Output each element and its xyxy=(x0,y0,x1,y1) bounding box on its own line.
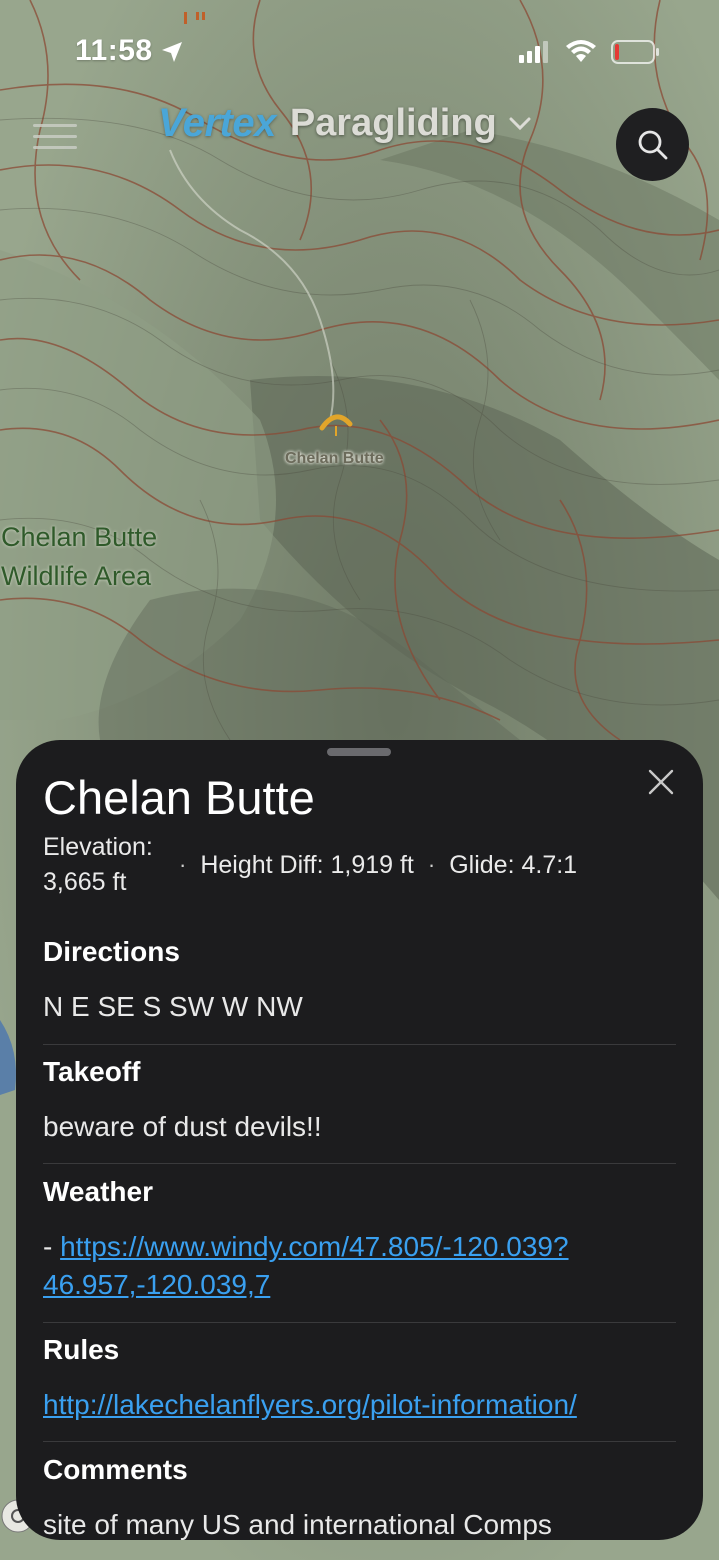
weather-link-line1[interactable]: https://www.windy.com/47.805/-120.039? xyxy=(60,1231,568,1262)
area-label-line2: Wildlife Area xyxy=(1,561,152,591)
status-indicators xyxy=(519,40,661,64)
directions-section: Directions xyxy=(43,936,675,968)
takeoff-text: beware of dust devils!! xyxy=(43,1111,322,1142)
takeoff-heading: Takeoff xyxy=(43,1056,141,1087)
weather-heading: Weather xyxy=(43,1176,153,1207)
rules-link[interactable]: http://lakechelanflyers.org/pilot-inform… xyxy=(43,1389,577,1420)
map-site-label[interactable]: Chelan Butte xyxy=(285,450,384,468)
mode-label: Paragliding xyxy=(289,102,497,144)
site-detail-sheet[interactable]: Chelan Butte Elevation: 3,665 ft · Heigh… xyxy=(16,740,703,1540)
paraglider-pin-icon[interactable] xyxy=(318,410,354,440)
weather-text: - https://www.windy.com/47.805/-120.039?… xyxy=(43,1228,675,1304)
site-stats: Elevation: 3,665 ft · Height Diff: 1,919… xyxy=(43,830,577,900)
sheet-grabber[interactable] xyxy=(327,748,391,756)
elevation-value: 3,665 ft xyxy=(43,868,127,896)
separator-dot: · xyxy=(179,852,187,877)
menu-icon[interactable] xyxy=(33,124,77,152)
height-diff-stat: Height Diff: 1,919 ft xyxy=(200,850,414,879)
glide-stat: Glide: 4.7:1 xyxy=(449,850,578,879)
weather-link[interactable]: https://www.windy.com/47.805/-120.039? 46… xyxy=(43,1231,569,1300)
rules-heading: Rules xyxy=(43,1334,120,1365)
directions-heading: Directions xyxy=(43,936,180,967)
rules-section: Rules xyxy=(43,1334,675,1366)
weather-link-line2[interactable]: 46.957,-120.039,7 xyxy=(43,1269,270,1300)
location-arrow-icon xyxy=(162,42,182,62)
area-label-line1: Chelan Butte xyxy=(1,522,158,552)
elevation-stat: Elevation: 3,665 ft xyxy=(43,830,165,900)
comments-heading: Comments xyxy=(43,1454,188,1485)
wifi-icon xyxy=(566,40,596,62)
close-icon[interactable] xyxy=(646,767,676,797)
divider xyxy=(43,1044,676,1045)
comments-section: Comments xyxy=(43,1454,675,1486)
signal-icon xyxy=(519,41,548,63)
divider xyxy=(43,1163,676,1164)
brand-logo: Vertex xyxy=(158,101,276,145)
rules-text: http://lakechelanflyers.org/pilot-inform… xyxy=(43,1386,675,1424)
weather-section: Weather xyxy=(43,1176,675,1208)
takeoff-section: Takeoff xyxy=(43,1056,675,1088)
directions-text: N E SE S SW W NW xyxy=(43,991,303,1022)
weather-prefix: - xyxy=(43,1231,53,1262)
search-button[interactable] xyxy=(616,108,689,181)
battery-icon xyxy=(611,40,659,64)
comments-text: site of many US and international Comps xyxy=(43,1509,552,1540)
comments-body: site of many US and international Comps xyxy=(43,1506,675,1540)
rules-body: http://lakechelanflyers.org/pilot-inform… xyxy=(43,1386,675,1424)
map-area-label: Chelan Butte Wildlife Area xyxy=(1,518,157,596)
site-title: Chelan Butte xyxy=(43,771,315,824)
chevron-down-icon xyxy=(509,117,531,130)
weather-body: - https://www.windy.com/47.805/-120.039?… xyxy=(43,1228,675,1304)
app-mode-selector[interactable]: Vertex Paragliding xyxy=(158,101,531,146)
divider xyxy=(43,1441,676,1442)
separator-dot: · xyxy=(427,852,436,877)
elevation-label: Elevation: xyxy=(43,833,153,861)
takeoff-body: beware of dust devils!! xyxy=(43,1108,675,1146)
status-time: 11:58 xyxy=(75,34,153,67)
search-icon xyxy=(638,130,667,159)
directions-body: N E SE S SW W NW xyxy=(43,988,675,1026)
divider xyxy=(43,1322,676,1323)
